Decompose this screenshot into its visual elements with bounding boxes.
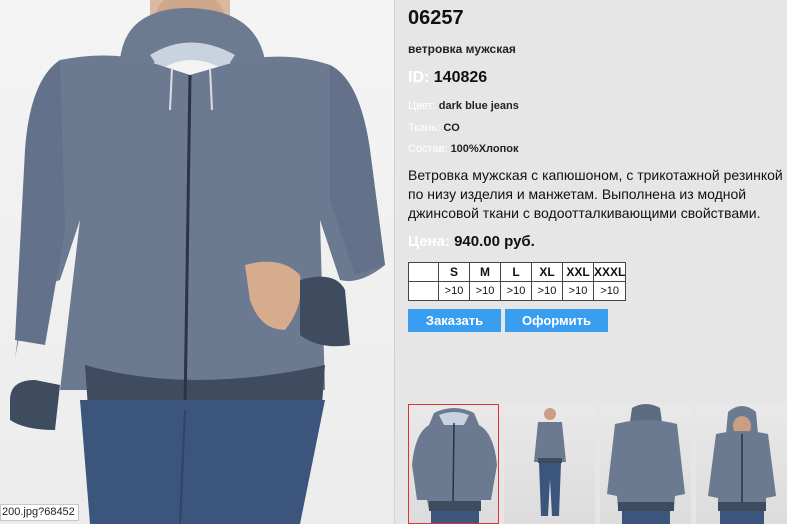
jacket-illustration [10,0,385,524]
thumbnail-front-image [412,408,497,523]
fabric-label: Ткань: [408,122,441,134]
thumbnail-front[interactable] [408,404,499,524]
size-corner-cell [408,281,439,301]
size-header: L [500,262,532,282]
color-label: Цвет: [408,100,436,112]
status-url-tooltip: 200.jpg?68452 [0,504,79,521]
composition-value: 100%Хлопок [450,143,519,155]
id-value: 140826 [433,69,488,86]
composition-label: Состав: [408,143,448,155]
product-subtitle: ветровка мужская [408,42,516,56]
size-header: XXL [562,262,594,282]
size-header-row: S M L XL XXL XXXL [408,262,627,282]
thumbnail-hood-up[interactable] [696,404,787,524]
thumbnail-back[interactable] [600,404,691,524]
color-value: dark blue jeans [438,100,519,112]
size-stock-cell[interactable]: >10 [562,281,594,301]
thumbnail-hood-up-image [708,406,776,524]
product-composition: Состав: 100%Хлопок [408,143,518,155]
order-button[interactable]: Заказать [408,309,501,332]
product-description: Ветровка мужская с капюшоном, с трикотаж… [408,167,783,221]
product-price: Цена: 940.00 руб. [408,233,535,250]
size-table: S M L XL XXL XXXL >10 >10 >10 >10 >10 >1… [408,262,627,301]
id-label: ID: [408,69,430,86]
size-stock-cell[interactable]: >10 [438,281,470,301]
size-header: M [469,262,501,282]
product-page: 200.jpg?68452 06257 ветровка мужская ID:… [0,0,787,524]
product-fabric: Ткань: CO [408,122,460,134]
size-stock-cell[interactable]: >10 [500,281,532,301]
size-stock-row: >10 >10 >10 >10 >10 >10 [408,281,627,301]
size-header: S [438,262,470,282]
thumbnail-back-image [607,404,685,524]
price-label: Цена: [408,233,450,250]
product-article: 06257 [408,7,464,29]
product-id: ID: 140826 [408,69,487,87]
fabric-value: CO [443,122,460,134]
size-stock-cell[interactable]: >10 [469,281,501,301]
size-header: XL [531,262,563,282]
thumbnail-full-front[interactable] [504,404,595,524]
price-value: 940.00 руб. [454,233,535,250]
size-header: XXXL [592,262,627,282]
size-stock-cell[interactable]: >10 [531,281,563,301]
main-product-photo[interactable]: 200.jpg?68452 [0,0,395,524]
size-stock-cell[interactable]: >10 [592,281,627,301]
size-corner-cell [408,262,439,282]
checkout-button[interactable]: Оформить [505,309,608,332]
thumbnail-full-front-image [534,408,566,520]
product-color: Цвет: dark blue jeans [408,100,519,112]
